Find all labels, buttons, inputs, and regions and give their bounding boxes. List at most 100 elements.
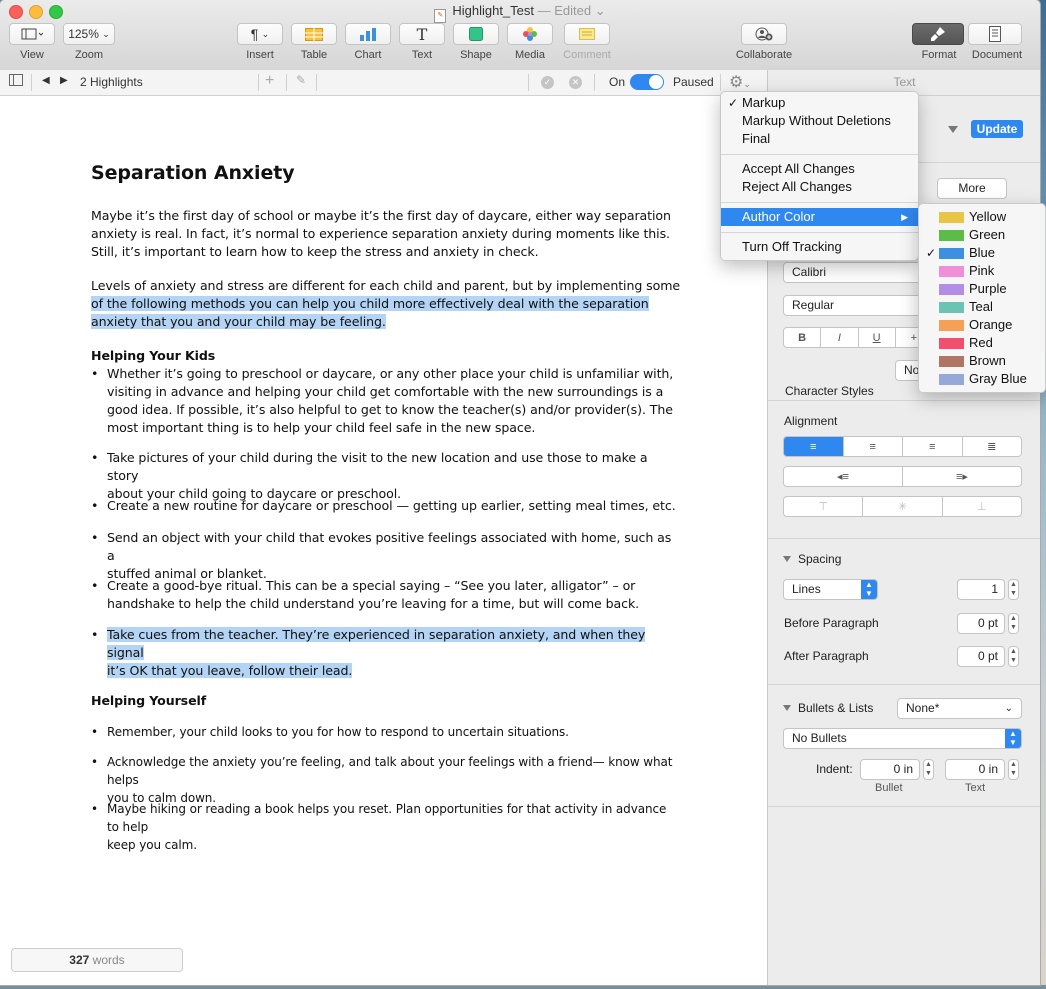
menu-item-turn-off-tracking[interactable]: Turn Off Tracking [721,238,918,256]
italic-button[interactable]: I [820,328,857,347]
bullets-section-toggle[interactable]: Bullets & Lists [783,701,873,715]
menu-item-markup[interactable]: ✓ Markup [721,94,918,112]
zoom-dropdown[interactable]: 125% ⌄ [63,23,115,45]
color-option-yellow[interactable]: Yellow [919,208,1045,226]
list-item-highlighted[interactable]: Take cues from the teacher. They’re expe… [91,626,681,680]
color-option-red[interactable]: Red [919,334,1045,352]
tracking-toggle[interactable] [630,74,664,90]
color-swatch [939,284,964,295]
reject-change-icon[interactable]: ✕ [569,76,582,89]
add-comment-icon[interactable]: + [265,72,274,90]
media-button[interactable] [507,23,553,45]
list-item[interactable]: Remember, your child looks to you for ho… [91,723,681,741]
bullet-indent-stepper[interactable]: ▲ ▼ [923,759,934,780]
insert-control[interactable]: ¶ ⌄ Insert [237,23,283,61]
style-chevron-icon[interactable] [948,126,958,133]
spacing-mode-popup[interactable]: Lines ▲ ▼ [783,579,878,600]
chart-control[interactable]: Chart [345,23,391,61]
accept-change-icon[interactable]: ✓ [541,76,554,89]
font-family-field[interactable]: Calibri [783,262,933,283]
vertical-align-segment: ⊤ ✳ ⊥ [783,496,1022,517]
list-item[interactable]: Send an object with your child that evok… [91,529,681,583]
insert-button[interactable]: ¶ ⌄ [237,23,283,45]
menu-item-author-color[interactable]: Author Color ▶ [721,208,918,226]
after-paragraph-stepper[interactable]: ▲ ▼ [1008,646,1019,667]
align-middle-icon[interactable]: ✳ [862,497,941,516]
color-option-pink[interactable]: Pink [919,262,1045,280]
media-control[interactable]: Media [507,23,553,61]
align-justify-icon[interactable]: ≣ [961,437,1022,456]
document-button[interactable] [968,23,1022,45]
bold-button[interactable]: B [784,328,820,347]
next-change-icon[interactable]: ▶ [60,75,68,86]
previous-change-icon[interactable]: ◀ [42,75,50,86]
window-title[interactable]: ✎ Highlight_Test — Edited ⌄ [0,3,1040,23]
menu-item-final[interactable]: Final [721,130,918,148]
list-item[interactable]: Take pictures of your child during the v… [91,449,681,503]
view-button[interactable] [9,23,55,45]
line-spacing-stepper[interactable]: ▲ ▼ [1008,579,1019,600]
increase-indent-icon[interactable]: ≡▸ [902,467,1021,486]
before-paragraph-stepper[interactable]: ▲ ▼ [1008,613,1019,634]
comment-button[interactable] [564,23,610,45]
more-tab-button[interactable]: More [937,178,1007,199]
list-item[interactable]: Create a new routine for daycare or pres… [91,497,681,515]
color-option-teal[interactable]: Teal [919,298,1045,316]
text-indent-field[interactable]: 0 in [945,759,1005,780]
shape-button[interactable] [453,23,499,45]
chart-button[interactable] [345,23,391,45]
collaborate-button[interactable] [741,23,787,45]
zoom-control[interactable]: 125% ⌄ Zoom [63,23,115,61]
align-center-icon[interactable]: ≡ [842,437,903,456]
before-paragraph-field[interactable]: 0 pt [957,613,1005,634]
text-indent-stepper[interactable]: ▲ ▼ [1008,759,1019,780]
after-paragraph-field[interactable]: 0 pt [957,646,1005,667]
paragraph-levels[interactable]: Levels of anxiety and stress are differe… [91,277,681,331]
table-button[interactable] [291,23,337,45]
color-option-brown[interactable]: Brown [919,352,1045,370]
menu-item-markup-without-deletions[interactable]: Markup Without Deletions [721,112,918,130]
document-canvas[interactable]: Separation Anxiety Maybe it’s the first … [0,96,767,985]
list-item[interactable]: Acknowledge the anxiety you’re feeling, … [91,753,681,807]
shape-control[interactable]: Shape [453,23,499,61]
menu-item-label: Author Color [742,209,815,224]
text-button[interactable]: T [399,23,445,45]
update-style-button[interactable]: Update [971,120,1023,138]
underline-button[interactable]: U [857,328,895,347]
table-control[interactable]: Table [291,23,337,61]
format-control[interactable]: Format [912,23,966,61]
menu-item-accept-all[interactable]: Accept All Changes [721,160,918,178]
color-option-gray-blue[interactable]: Gray Blue [919,370,1045,388]
gear-icon[interactable]: ⚙⌄ [729,72,751,92]
view-control[interactable]: View [9,23,55,61]
collaborate-control[interactable]: Collaborate [730,23,798,61]
bullet-indent-field[interactable]: 0 in [860,759,920,780]
align-right-icon[interactable]: ≡ [902,437,962,456]
bullet-type-popup[interactable]: No Bullets ▲ ▼ [783,728,1022,749]
color-option-orange[interactable]: Orange [919,316,1045,334]
align-top-icon[interactable]: ⊤ [784,497,862,516]
text-control[interactable]: T Text [399,23,445,61]
comment-control[interactable]: Comment [561,23,613,61]
menu-item-reject-all[interactable]: Reject All Changes [721,178,918,196]
divider [768,684,1040,685]
list-style-popup[interactable]: None* ⌄ [897,698,1022,719]
color-option-blue[interactable]: ✓ Blue [919,244,1045,262]
paragraph-intro[interactable]: Maybe it’s the first day of school or ma… [91,207,681,261]
color-option-green[interactable]: Green [919,226,1045,244]
list-item[interactable]: Maybe hiking or reading a book helps you… [91,800,681,854]
document-control[interactable]: Document [968,23,1026,61]
list-item[interactable]: Create a good-bye ritual. This can be a … [91,577,681,613]
line-spacing-field[interactable]: 1 [957,579,1005,600]
format-button[interactable] [912,23,964,45]
highlight-pen-icon[interactable]: ✎ [296,73,306,87]
list-item[interactable]: Whether it’s going to preschool or dayca… [91,365,681,437]
decrease-indent-icon[interactable]: ◂≡ [784,467,902,486]
align-left-icon[interactable]: ≡ [784,437,843,456]
sidebar-toggle-icon[interactable] [9,74,23,89]
font-style-field[interactable]: Regular [783,295,933,316]
align-bottom-icon[interactable]: ⊥ [941,497,1021,516]
spacing-section-toggle[interactable]: Spacing [783,552,841,566]
word-count[interactable]: 327 words [11,948,183,972]
color-option-purple[interactable]: Purple [919,280,1045,298]
